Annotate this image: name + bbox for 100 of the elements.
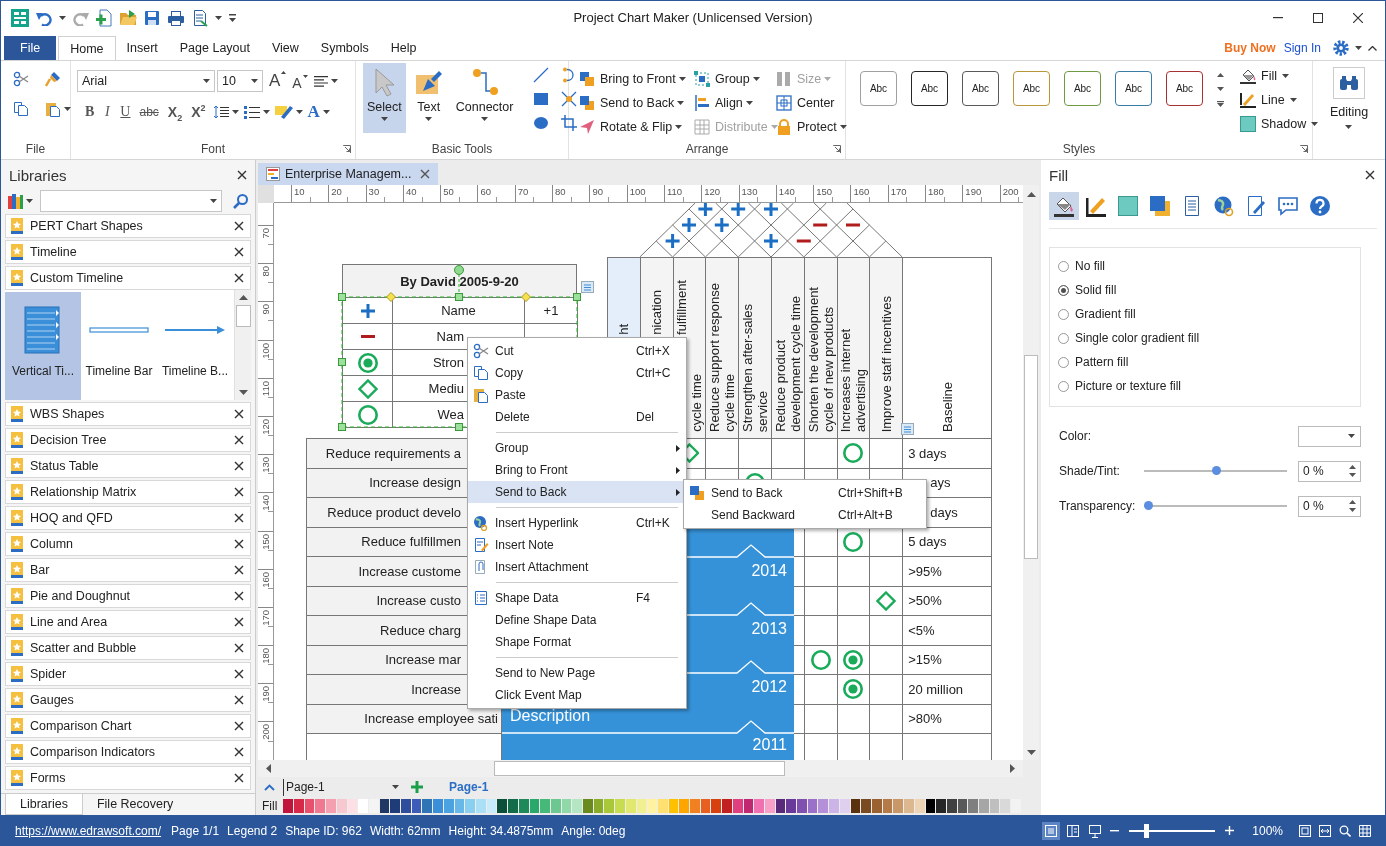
status-text: Shape ID: 962: [285, 823, 362, 838]
bold-button[interactable]: B: [83, 101, 97, 123]
font-size-dropdown[interactable]: 10: [217, 70, 263, 92]
subscript-button[interactable]: X$_{2}$: [165, 101, 185, 123]
arrange-button[interactable]: Protect: [776, 115, 846, 139]
library-header[interactable]: Decision Tree: [5, 428, 251, 452]
menu-tab[interactable]: Symbols: [309, 36, 380, 60]
library-header[interactable]: Spider: [5, 662, 251, 686]
arrange-button[interactable]: Group: [694, 67, 776, 91]
arrange-button[interactable]: Align: [694, 91, 776, 115]
zoom-level[interactable]: 100%: [1252, 823, 1283, 838]
superscript-button[interactable]: X$^{2}$: [189, 101, 208, 123]
arrange-button[interactable]: Center: [776, 91, 846, 115]
underline-button[interactable]: U: [118, 101, 133, 123]
option-label[interactable]: Single color gradient fill: [1075, 331, 1200, 345]
option-label[interactable]: Picture or texture fill: [1075, 379, 1182, 393]
shrink-font-button[interactable]: A: [292, 74, 308, 91]
library-header[interactable]: Pie and Doughnut: [5, 584, 251, 608]
library-header[interactable]: Comparison Indicators: [5, 740, 251, 764]
font-color-button[interactable]: A: [307, 102, 320, 122]
option-label[interactable]: Pattern fill: [1075, 355, 1129, 369]
ruler-number: 170: [260, 609, 271, 626]
style-button[interactable]: Abc: [962, 71, 999, 106]
library-header[interactable]: WBS Shapes: [5, 402, 251, 426]
format-dropdown-button[interactable]: Fill: [1240, 67, 1319, 85]
page-dropdown[interactable]: Page-1: [283, 778, 403, 796]
year-label: 2013: [751, 619, 787, 639]
style-button[interactable]: Abc: [1064, 71, 1101, 106]
shape-tile[interactable]: Timeline Bar: [81, 292, 157, 400]
website-link[interactable]: https://www.edrawsoft.com/: [15, 823, 162, 838]
document-tab[interactable]: Enterprise Managem...: [258, 163, 438, 185]
library-header[interactable]: Scatter and Bubble: [5, 636, 251, 660]
library-header[interactable]: Relationship Matrix: [5, 480, 251, 504]
arrange-button[interactable]: Rotate & Flip: [579, 115, 694, 139]
menu-tab[interactable]: Home: [58, 36, 116, 61]
style-button[interactable]: Abc: [860, 71, 897, 106]
library-header[interactable]: Timeline: [5, 240, 251, 264]
status-text: Height: 34.4875mm: [448, 823, 554, 838]
library-header[interactable]: Forms: [5, 766, 251, 790]
option-label[interactable]: No fill: [1075, 259, 1105, 273]
year-label: 2012: [751, 677, 787, 697]
field-label: Transparency:: [1059, 499, 1137, 513]
status-text: Angle: 0deg: [561, 823, 626, 838]
ruler-number: 180: [260, 648, 271, 664]
connector-button[interactable]: Connector: [451, 63, 518, 133]
style-button[interactable]: Abc: [1166, 71, 1203, 106]
menu-tab[interactable]: View: [260, 36, 310, 60]
strikethrough-button[interactable]: abc: [137, 101, 161, 123]
file-tab[interactable]: File: [4, 36, 57, 60]
year-label: 2014: [751, 561, 787, 581]
select-button[interactable]: Select: [363, 63, 406, 133]
arrange-button[interactable]: Bring to Front: [579, 67, 694, 91]
library-header[interactable]: Gauges: [5, 688, 251, 712]
editing-button[interactable]: Editing: [1329, 67, 1369, 141]
sign-in-link[interactable]: Sign In: [1283, 41, 1321, 55]
library-header[interactable]: Column: [5, 532, 251, 556]
panel-tab[interactable]: Libraries: [5, 794, 83, 815]
ruler-number: 80: [260, 266, 271, 277]
grow-font-button[interactable]: A: [269, 71, 287, 91]
library-header[interactable]: PERT Chart Shapes: [5, 214, 251, 238]
style-button[interactable]: Abc: [1115, 71, 1152, 106]
format-dropdown-button[interactable]: Line: [1240, 91, 1319, 109]
text-tool-button[interactable]: Text: [409, 63, 448, 133]
arrange-button[interactable]: Send to Back: [579, 91, 694, 115]
column-header: Reduce support response cycle time: [706, 258, 740, 439]
table-cell: >50%: [903, 586, 993, 616]
column-header: Reduce product development cycle time: [772, 258, 805, 439]
library-header[interactable]: HOQ and QFD: [5, 506, 251, 530]
ruler-number: 150: [260, 533, 271, 550]
group-label: File: [25, 141, 46, 156]
ruler-number: 160: [260, 571, 271, 588]
menu-tab[interactable]: Page Layout: [168, 36, 261, 60]
shape-tile[interactable]: Timeline B...: [157, 292, 233, 400]
panel-tab[interactable]: File Recovery: [82, 794, 188, 815]
library-header[interactable]: Custom Timeline: [5, 266, 251, 290]
style-button[interactable]: Abc: [1013, 71, 1050, 106]
library-header[interactable]: Bar: [5, 558, 251, 582]
field-label: Color:: [1059, 429, 1092, 443]
status-text: Page 1/1: [171, 823, 220, 838]
format-dropdown-button[interactable]: Shadow: [1240, 115, 1319, 133]
spin-field[interactable]: 0 %: [1298, 495, 1361, 517]
italic-button[interactable]: I: [101, 101, 114, 123]
library-header[interactable]: Line and Area: [5, 610, 251, 634]
ruler-number: 200: [260, 724, 271, 741]
spin-field[interactable]: 0 %: [1298, 460, 1361, 482]
ruler-number: 190: [260, 686, 271, 703]
menu-item[interactable]: Send to Back: [468, 481, 686, 503]
table-cell: <5%: [903, 616, 993, 646]
group-label: Styles: [1062, 141, 1096, 156]
option-label[interactable]: Solid fill: [1075, 283, 1117, 297]
ruler-number: 70: [260, 228, 271, 239]
menu-tab[interactable]: Insert: [115, 36, 169, 60]
style-button[interactable]: Abc: [911, 71, 948, 106]
option-label[interactable]: Gradient fill: [1075, 307, 1136, 321]
page-tab[interactable]: Page-1: [441, 780, 497, 794]
library-header[interactable]: Status Table: [5, 454, 251, 478]
menu-tab[interactable]: Help: [379, 36, 428, 60]
font-dropdown[interactable]: Arial: [77, 70, 215, 92]
shape-tile[interactable]: Vertical Ti...: [5, 292, 81, 400]
library-header[interactable]: Comparison Chart: [5, 714, 251, 738]
